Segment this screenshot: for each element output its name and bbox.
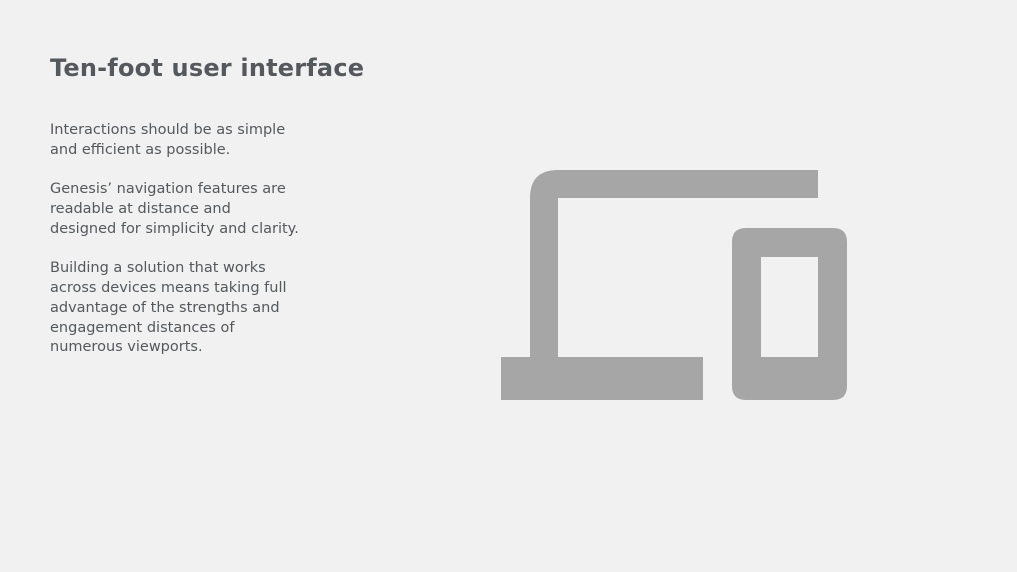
paragraph-interactions: Interactions should be as simple and eff…	[50, 122, 286, 158]
devices-icon	[501, 170, 847, 400]
body-text: Interactions should be as simple and eff…	[50, 121, 300, 378]
phone-icon	[732, 228, 847, 400]
paragraph-devices: Building a solution that works across de…	[50, 260, 287, 356]
paragraph-navigation: Genesis’ navigation features are readabl…	[50, 181, 299, 237]
page-title: Ten-foot user interface	[50, 54, 365, 82]
laptop-base	[501, 357, 703, 400]
slide: Ten-foot user interface Interactions sho…	[0, 0, 1017, 572]
laptop-screen-frame	[530, 170, 818, 358]
